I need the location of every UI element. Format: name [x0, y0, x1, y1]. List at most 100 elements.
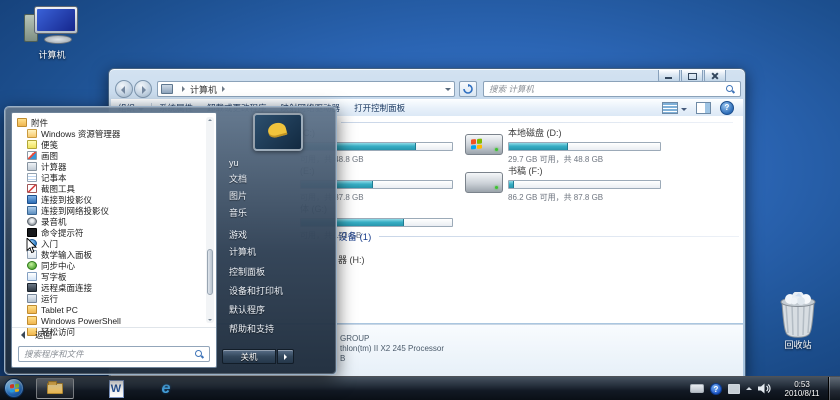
desktop-icon-recycle-bin[interactable]: 回收站 — [762, 292, 834, 351]
devices-group-header[interactable]: 设备 (1) — [338, 229, 739, 243]
back-menu-item[interactable]: 返回 — [12, 327, 216, 342]
start-menu-item-accessories[interactable]: 附件 — [16, 117, 203, 128]
help-tray-icon[interactable]: ? — [710, 383, 722, 395]
start-menu-item-control-panel[interactable]: 控制面板 — [229, 266, 265, 278]
start-menu-item-sync-center[interactable]: 同步中心 — [16, 260, 203, 271]
gingko-leaf-icon — [266, 121, 287, 139]
start-menu-item-music[interactable]: 音乐 — [229, 207, 247, 219]
start-menu-item-wordpad[interactable]: 写字板 — [16, 271, 203, 282]
drive-icon[interactable] — [465, 172, 503, 193]
start-menu-item-windows-explorer[interactable]: Windows 资源管理器 — [16, 128, 203, 139]
help-button[interactable]: ? — [720, 101, 734, 115]
start-menu-item-devices-printers[interactable]: 设备和打印机 — [229, 285, 283, 297]
back-icon — [121, 86, 125, 94]
word-icon: W — [109, 380, 124, 398]
taskbar-word-button[interactable]: W — [106, 379, 126, 398]
system-tray: ? 0:53 2010/8/11 — [690, 377, 827, 400]
details-memory: B — [340, 354, 345, 363]
start-menu-item-connect-projector[interactable]: 连接到投影仪 — [16, 194, 203, 205]
network-projector-icon — [27, 206, 37, 215]
back-button[interactable] — [115, 80, 133, 98]
shutdown-options-button[interactable] — [277, 349, 294, 364]
start-menu-right-panel: yu 文档 图片 音乐 游戏 计算机 控制面板 设备和打印机 默认程序 帮助和支… — [217, 111, 332, 370]
drive-item-d[interactable]: 本地磁盘 (D:) 29.7 GB 可用，共 48.8 GB — [508, 128, 663, 165]
start-menu-user-name[interactable]: yu — [229, 157, 239, 169]
start-menu-item-command-prompt[interactable]: 命令提示符 — [16, 227, 203, 238]
run-icon — [27, 294, 37, 303]
breadcrumb-arrow-icon[interactable] — [182, 86, 185, 92]
refresh-button[interactable] — [459, 81, 477, 97]
keyboard-language-icon[interactable] — [690, 384, 704, 393]
taskbar-explorer-button[interactable] — [36, 378, 74, 399]
start-menu-item-getting-started[interactable]: 入门 — [16, 238, 203, 249]
breadcrumb-arrow-icon[interactable] — [222, 86, 225, 92]
start-menu-item-help-support[interactable]: 帮助和支持 — [229, 323, 274, 335]
calculator-icon — [27, 162, 37, 171]
show-hidden-icons-icon[interactable] — [746, 387, 752, 390]
start-menu-item-sound-recorder[interactable]: 录音机 — [16, 216, 203, 227]
address-bar[interactable]: 计算机 — [157, 81, 455, 97]
address-dropdown-icon[interactable] — [445, 88, 451, 91]
desktop-icon-recycle-bin-label: 回收站 — [784, 340, 811, 350]
paint-icon — [27, 151, 37, 160]
group-header-line — [379, 236, 739, 237]
programs-scrollbar[interactable] — [206, 117, 214, 323]
start-menu-item-run[interactable]: 运行 — [16, 293, 203, 304]
start-menu-item-sticky-notes[interactable]: 便笺 — [16, 139, 203, 150]
user-avatar[interactable] — [253, 113, 303, 151]
views-icon — [662, 102, 678, 114]
mouse-cursor — [26, 238, 38, 255]
chevron-down-icon — [681, 108, 687, 111]
scroll-down-icon[interactable] — [208, 319, 212, 321]
start-search-placeholder: 搜索程序和文件 — [24, 348, 84, 360]
start-menu-item-default-programs[interactable]: 默认程序 — [229, 304, 265, 316]
open-control-panel-button[interactable]: 打开控制面板 — [347, 100, 412, 116]
start-menu-search-box[interactable]: 搜索程序和文件 — [18, 346, 210, 362]
capacity-bar — [508, 180, 661, 189]
change-view-button[interactable] — [662, 102, 687, 114]
start-menu-item-remote-desktop[interactable]: 远程桌面连接 — [16, 282, 203, 293]
volume-icon[interactable] — [758, 383, 771, 394]
start-menu-item-connect-network-projector[interactable]: 连接到网络投影仪 — [16, 205, 203, 216]
preview-pane-button[interactable] — [696, 102, 711, 114]
remote-desktop-icon — [27, 283, 37, 292]
folder-icon — [27, 305, 37, 314]
start-menu-item-documents[interactable]: 文档 — [229, 173, 247, 185]
forward-icon — [142, 86, 146, 94]
windows-drive-icon[interactable] — [465, 134, 503, 155]
network-icon[interactable] — [728, 384, 740, 394]
folder-icon — [47, 383, 63, 394]
desktop-icon-computer[interactable]: 计算机 — [16, 6, 88, 61]
start-menu-item-games[interactable]: 游戏 — [229, 229, 247, 241]
start-menu-item-snipping-tool[interactable]: 截图工具 — [16, 183, 203, 194]
internet-explorer-icon: e — [162, 380, 171, 397]
scroll-up-icon[interactable] — [208, 119, 212, 121]
details-processor: thlon(tm) II X2 245 Processor — [340, 344, 444, 353]
taskbar-ie-button[interactable]: e — [156, 379, 176, 398]
command-prompt-icon — [27, 228, 37, 237]
start-menu-item-notepad[interactable]: 记事本 — [16, 172, 203, 183]
computer-icon — [161, 84, 173, 94]
drive-item-h[interactable]: 器 (H:) — [338, 255, 365, 265]
shutdown-button[interactable]: 关机 — [222, 349, 276, 364]
folder-icon — [27, 316, 37, 325]
sound-recorder-icon — [27, 217, 37, 226]
start-button[interactable] — [4, 378, 24, 398]
sync-center-icon — [27, 261, 37, 270]
start-menu-item-tablet-pc[interactable]: Tablet PC — [16, 304, 203, 315]
drive-item-f[interactable]: 书稿 (F:) 86.2 GB 可用，共 87.8 GB — [508, 166, 663, 203]
start-menu-item-computer[interactable]: 计算机 — [229, 246, 256, 258]
start-menu-item-math-input-panel[interactable]: 数学输入面板 — [16, 249, 203, 260]
scrollbar-thumb[interactable] — [207, 249, 213, 295]
search-box[interactable]: 搜索 计算机 — [483, 81, 741, 97]
back-arrow-icon — [21, 331, 25, 339]
forward-button[interactable] — [134, 80, 152, 98]
start-menu-item-paint[interactable]: 画图 — [16, 150, 203, 161]
taskbar-clock[interactable]: 0:53 2010/8/11 — [777, 380, 827, 398]
breadcrumb[interactable]: 计算机 — [190, 83, 217, 96]
show-desktop-button[interactable] — [828, 377, 840, 400]
details-workgroup: GROUP — [340, 334, 369, 343]
start-menu-item-powershell[interactable]: Windows PowerShell — [16, 315, 203, 326]
start-menu-item-pictures[interactable]: 图片 — [229, 190, 247, 202]
start-menu-item-calculator[interactable]: 计算器 — [16, 161, 203, 172]
